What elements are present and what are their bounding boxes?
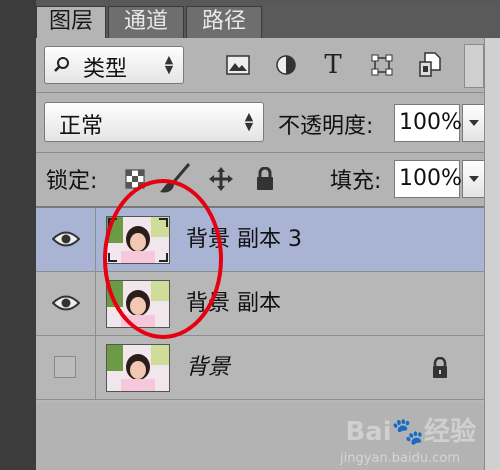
scrollbar[interactable] [484,38,500,470]
opacity-dropdown[interactable] [462,104,486,142]
visibility-toggle[interactable] [36,272,96,336]
fill-dropdown[interactable] [462,160,486,198]
chevron-down-icon [467,117,481,129]
watermark-url: jingyan.baidu.com [340,451,460,466]
filter-type-select[interactable]: 类型 ▲ ▼ [44,46,184,84]
eye-icon [52,230,80,248]
smart-object-filter-icon[interactable] [418,52,442,78]
annotation-circle [103,179,223,339]
panel-tab-bar: 图层 通道 路径 [36,0,500,38]
lock-position-icon[interactable] [208,166,234,192]
tab-channels[interactable]: 通道 [108,6,184,38]
opacity-label: 不透明度: [278,114,374,139]
lock-all-icon[interactable] [254,166,276,192]
visibility-toggle[interactable] [36,336,96,400]
type-filter-icon[interactable]: T [320,50,346,80]
canvas-edge [0,0,36,470]
lock-label: 锁定: [46,169,98,194]
layer-name[interactable]: 背景 [186,336,230,400]
blend-mode-select[interactable]: 正常 ▲ ▼ [44,102,264,142]
fill-input[interactable]: 100% [394,160,462,198]
adjustment-filter-icon[interactable] [274,54,298,76]
opacity-input[interactable]: 100% [394,104,462,142]
layer-row[interactable]: 背景 副本 [36,272,484,336]
filter-type-value: 类型 [83,57,128,82]
visibility-empty-box [54,356,76,378]
chevron-updown-icon: ▲ ▼ [244,110,254,133]
fill-label: 填充: [330,169,382,194]
tab-paths[interactable]: 路径 [186,6,262,38]
layers-panel: 图层 通道 路径 类型 ▲ ▼ T 正常 ▲ ▼ 不透明度: 100% 锁定: … [36,0,500,470]
eye-icon [52,294,80,312]
layer-thumbnail [106,344,170,392]
image-filter-icon[interactable] [226,54,250,76]
watermark: Bai🐾经验 [345,417,476,447]
visibility-toggle[interactable] [36,208,96,272]
shape-filter-icon[interactable] [370,54,394,76]
blend-mode-value: 正常 [59,114,104,139]
search-icon [53,56,71,74]
chevron-down-icon [467,173,481,185]
filter-toggle[interactable] [464,44,484,88]
chevron-updown-icon: ▲ ▼ [164,53,174,76]
layer-lock-icon [430,356,450,380]
layer-row[interactable]: 背景 [36,336,484,400]
tab-layers[interactable]: 图层 [36,6,106,38]
